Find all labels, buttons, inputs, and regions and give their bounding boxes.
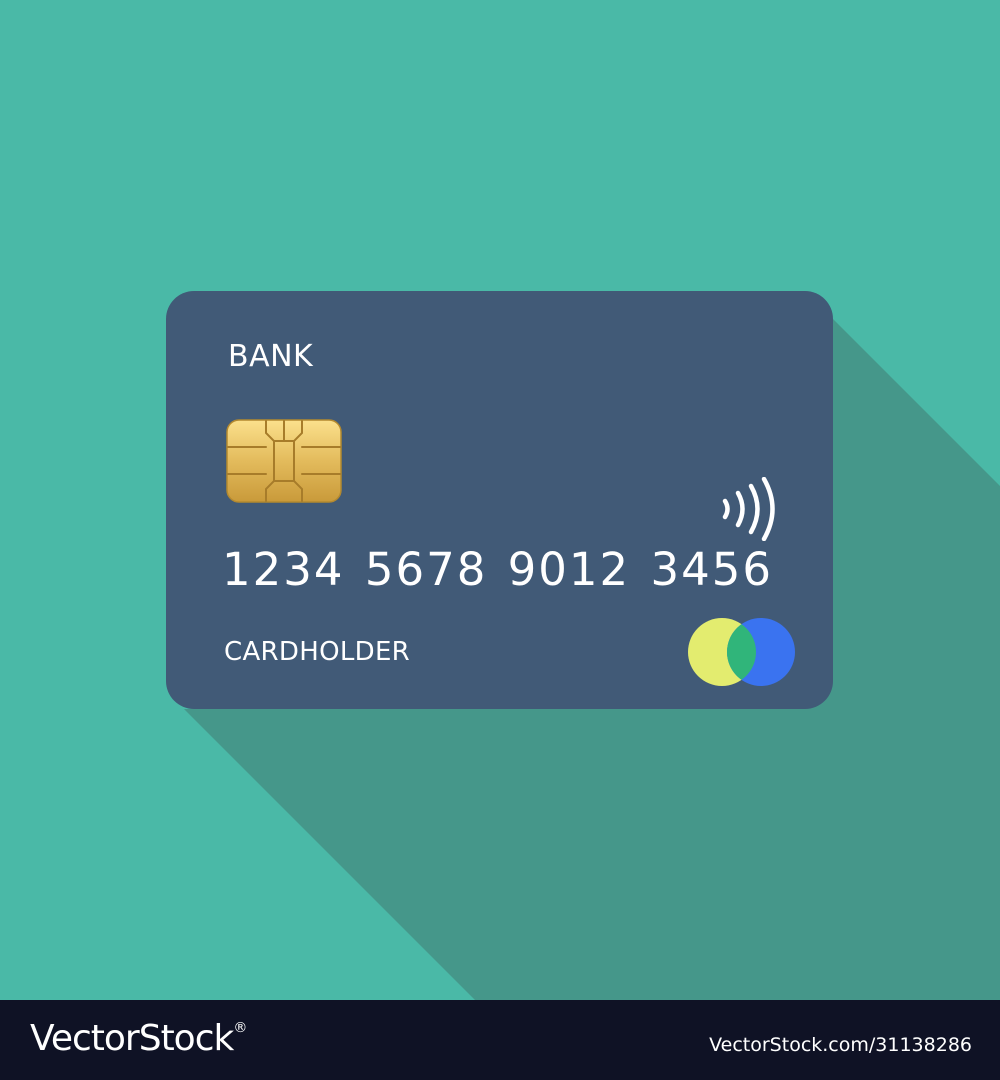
vectorstock-logo-text: VectorStock <box>30 1018 234 1059</box>
vectorstock-logo: VectorStock® <box>30 1018 247 1059</box>
registered-mark: ® <box>233 1020 247 1036</box>
credit-card: BANK 1234 5678 9012 3456 CARDHOLDER <box>166 291 833 709</box>
cardholder-name: CARDHOLDER <box>224 637 411 667</box>
vectorstock-url: VectorStock.com/31138286 <box>709 1034 972 1056</box>
emv-chip-icon <box>226 419 342 503</box>
bank-name: BANK <box>228 339 314 374</box>
contactless-wave-icon <box>722 477 775 541</box>
two-circle-card-brand-icon <box>688 618 795 686</box>
illustration-scene: BANK 1234 5678 9012 3456 CARDHOLDER <box>0 0 1000 1000</box>
card-number: 1234 5678 9012 3456 <box>222 543 773 596</box>
watermark-footer: VectorStock® VectorStock.com/31138286 <box>0 1000 1000 1080</box>
